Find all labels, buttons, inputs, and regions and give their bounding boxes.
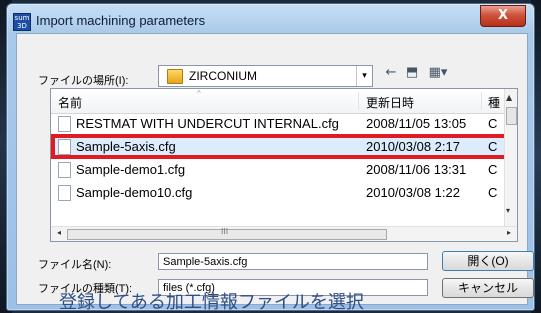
scroll-right-icon[interactable]: ▸	[507, 228, 511, 237]
scroll-left-icon[interactable]: ◂	[57, 228, 61, 237]
file-icon	[58, 116, 71, 132]
up-folder-icon[interactable]: ⬒	[403, 65, 421, 83]
sort-ascending-icon: ^	[197, 89, 201, 98]
window-title: Import machining parameters	[36, 13, 206, 28]
file-icon	[58, 185, 71, 201]
scroll-down-icon[interactable]: ▾	[506, 206, 510, 215]
file-name-label: ファイル名(N):	[38, 259, 112, 271]
file-name: Sample-demo1.cfg	[76, 162, 186, 177]
file-row[interactable]: RESTMAT WITH UNDERCUT INTERNAL.cfg 2008/…	[51, 114, 505, 135]
column-name[interactable]: 名前	[58, 94, 82, 111]
file-list[interactable]: 名前 ^ 更新日時 種 RESTMAT WITH UNDERCUT INTERN…	[50, 88, 518, 242]
file-date: 2008/11/05 13:05	[366, 116, 467, 131]
cancel-button[interactable]: キャンセル	[442, 278, 534, 298]
scroll-up-icon[interactable]: ▲	[506, 93, 512, 102]
look-in-combobox[interactable]: ZIRCONIUM ▾	[158, 65, 373, 87]
column-type[interactable]: 種	[488, 94, 500, 111]
file-type: C	[488, 116, 498, 131]
file-type: C	[488, 162, 498, 177]
look-in-label: ファイルの場所(I):	[38, 75, 129, 87]
back-icon[interactable]: ←	[383, 65, 399, 83]
import-dialog: sum 3D Import machining parameters X ファイ…	[6, 3, 535, 311]
file-name: Sample-demo10.cfg	[76, 185, 193, 200]
column-date[interactable]: 更新日時	[366, 94, 414, 111]
file-date: 2010/03/08 1:22	[366, 185, 460, 200]
column-separator[interactable]	[481, 92, 482, 110]
file-icon	[58, 162, 71, 178]
open-button[interactable]: 開く(O)	[442, 251, 534, 271]
folder-icon	[167, 69, 183, 84]
close-button[interactable]: X	[480, 5, 526, 27]
look-in-value: ZIRCONIUM	[189, 69, 257, 83]
vertical-scrollbar[interactable]: ▲ ▾	[504, 89, 517, 226]
file-type: C	[488, 185, 498, 200]
file-name-input[interactable]: Sample-5axis.cfg	[158, 253, 428, 270]
file-row[interactable]: Sample-demo10.cfg 2010/03/08 1:22 C	[51, 183, 505, 204]
scroll-grip-icon: III	[221, 227, 229, 236]
file-date: 2008/11/06 13:31	[366, 162, 467, 177]
horizontal-scrollbar[interactable]: ◂ III ▸	[51, 226, 517, 241]
instruction-caption: 登録してある加工情報ファイルを選択	[59, 292, 364, 311]
file-row[interactable]: Sample-demo1.cfg 2008/11/06 13:31 C	[51, 160, 505, 181]
app-icon: sum 3D	[13, 13, 31, 31]
selection-highlight-annotation	[51, 134, 516, 159]
view-menu-icon[interactable]: ▦▾	[425, 65, 451, 83]
column-header: 名前 ^ 更新日時 種	[51, 89, 505, 114]
vertical-scroll-thumb[interactable]	[506, 107, 517, 125]
dialog-panel: ファイルの場所(I): ZIRCONIUM ▾ ← ⬒ ▦▾ 名前 ^ 更新日時…	[16, 33, 534, 305]
file-name: RESTMAT WITH UNDERCUT INTERNAL.cfg	[76, 116, 339, 131]
column-separator[interactable]	[358, 92, 359, 110]
chevron-down-icon[interactable]: ▾	[356, 66, 372, 86]
